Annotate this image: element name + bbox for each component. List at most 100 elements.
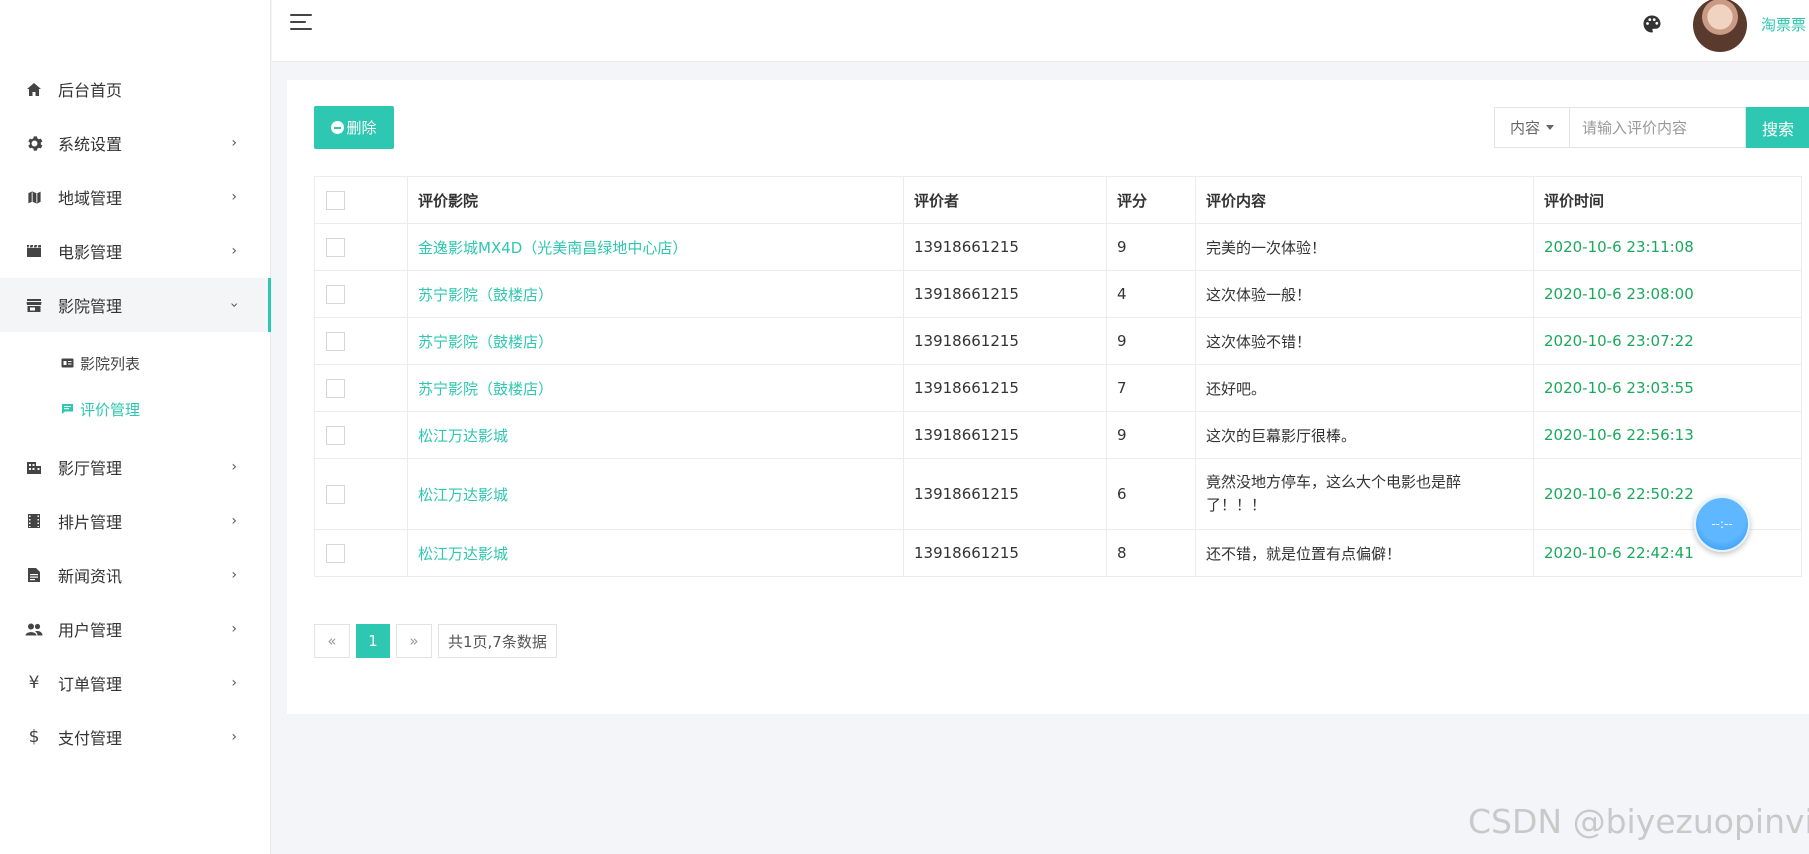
delete-button[interactable]: 删除 <box>314 106 394 149</box>
table-row: 苏宁影院（鼓楼店） 13918661215 9 这次体验不错！ 2020-10-… <box>314 317 1802 365</box>
row-checkbox[interactable] <box>326 331 345 351</box>
search-button[interactable]: 搜索 <box>1746 107 1809 148</box>
cinema-link[interactable]: 苏宁影院（鼓楼店） <box>418 286 553 304</box>
row-checkbox[interactable] <box>326 284 345 304</box>
floating-widget-text: --:-- <box>1711 517 1733 531</box>
sidebar-item-region[interactable]: 地域管理 › <box>0 170 271 224</box>
time-cell: 2020-10-6 22:56:13 <box>1533 411 1802 459</box>
cinema-subnav: 影院列表 评价管理 <box>0 332 271 440</box>
table-row: 苏宁影院（鼓楼店） 13918661215 7 还好吧。 2020-10-6 2… <box>314 364 1802 412</box>
cinema-cell: 金逸影城MX4D（光美南昌绿地中心店） <box>407 223 904 271</box>
delete-button-label: 删除 <box>346 120 377 137</box>
avatar[interactable] <box>1693 0 1747 52</box>
sidebar-item-news[interactable]: 新闻资讯 › <box>0 548 271 602</box>
subnav-item-label: 影院列表 <box>80 354 141 373</box>
table-row: 金逸影城MX4D（光美南昌绿地中心店） 13918661215 9 完美的一次体… <box>314 223 1802 271</box>
score-cell: 9 <box>1106 317 1196 365</box>
chevron-right-icon: › <box>231 675 237 691</box>
row-checkbox[interactable] <box>326 425 345 445</box>
building-icon <box>24 457 44 477</box>
sidebar-item-cinemas[interactable]: 影院管理 › <box>0 278 271 332</box>
score-cell: 6 <box>1106 458 1196 530</box>
row-select-cell <box>314 529 408 577</box>
clapper-icon <box>24 241 44 261</box>
page-button-current[interactable]: 1 <box>356 624 390 658</box>
user-cell: 13918661215 <box>903 529 1107 577</box>
menu-toggle-icon[interactable] <box>290 14 312 34</box>
sidebar-item-schedules[interactable]: 排片管理 › <box>0 494 271 548</box>
chevron-right-icon: › <box>231 459 237 475</box>
palette-icon[interactable] <box>1642 14 1664 36</box>
sidebar-item-system-settings[interactable]: 系统设置 › <box>0 116 271 170</box>
time-cell: 2020-10-6 23:11:08 <box>1533 223 1802 271</box>
row-checkbox[interactable] <box>326 378 345 398</box>
content-cell: 这次体验一般！ <box>1195 270 1534 318</box>
cinema-cell: 苏宁影院（鼓楼店） <box>407 270 904 318</box>
username-link[interactable]: 淘票票 <box>1761 14 1806 35</box>
ticket-icon <box>60 357 74 369</box>
content-cell: 竟然没地方停车，这么大个电影也是醉了！！！ <box>1195 458 1534 530</box>
sidebar-item-label: 系统设置 <box>58 135 123 154</box>
row-select-cell <box>314 364 408 412</box>
column-header-score[interactable]: 评分 <box>1106 176 1196 224</box>
time-cell: 2020-10-6 23:07:22 <box>1533 317 1802 365</box>
sidebar-item-payments[interactable]: $ 支付管理 › <box>0 710 271 764</box>
time-cell: 2020-10-6 22:42:41 <box>1533 529 1802 577</box>
subnav-item-reviews[interactable]: 评价管理 <box>0 386 271 432</box>
search-input[interactable] <box>1570 107 1746 148</box>
cinema-link[interactable]: 松江万达影城 <box>418 427 508 445</box>
cinema-cell: 苏宁影院（鼓楼店） <box>407 317 904 365</box>
sidebar-item-movies[interactable]: 电影管理 › <box>0 224 271 278</box>
column-header-user[interactable]: 评价者 <box>903 176 1107 224</box>
chevron-right-icon: › <box>231 189 237 205</box>
user-cell: 13918661215 <box>903 411 1107 459</box>
next-page-button[interactable]: » <box>396 624 432 658</box>
search-field-select[interactable]: 内容 <box>1494 107 1570 148</box>
top-header: 淘票票 <box>272 0 1809 62</box>
row-select-cell <box>314 317 408 365</box>
search-field-value: 内容 <box>1509 119 1540 137</box>
cinema-link[interactable]: 苏宁影院（鼓楼店） <box>418 333 553 351</box>
row-checkbox[interactable] <box>326 484 345 504</box>
time-cell: 2020-10-6 23:03:55 <box>1533 364 1802 412</box>
row-select-cell <box>314 411 408 459</box>
content-cell: 还好吧。 <box>1195 364 1534 412</box>
sidebar-item-users[interactable]: 用户管理 › <box>0 602 271 656</box>
sidebar-item-orders[interactable]: ¥ 订单管理 › <box>0 656 271 710</box>
sidebar-item-label: 影院管理 <box>58 297 123 316</box>
column-header-time[interactable]: 评价时间 <box>1533 176 1802 224</box>
yen-icon: ¥ <box>28 673 40 693</box>
dollar-icon: $ <box>28 727 40 747</box>
cinema-cell: 苏宁影院（鼓楼店） <box>407 364 904 412</box>
time-cell: 2020-10-6 23:08:00 <box>1533 270 1802 318</box>
cinema-link[interactable]: 苏宁影院（鼓楼店） <box>418 380 553 398</box>
time-cell: 2020-10-6 22:50:22 <box>1533 458 1802 530</box>
cinema-link[interactable]: 松江万达影城 <box>418 545 508 563</box>
subnav-item-cinema-list[interactable]: 影院列表 <box>0 340 271 386</box>
sidebar-item-halls[interactable]: 影厅管理 › <box>0 440 271 494</box>
floating-clock-widget[interactable]: --:-- <box>1694 496 1750 552</box>
film-icon <box>24 511 44 531</box>
row-select-cell <box>314 458 408 530</box>
content-cell: 这次的巨幕影厅很棒。 <box>1195 411 1534 459</box>
column-header-content[interactable]: 评价内容 <box>1195 176 1534 224</box>
row-checkbox[interactable] <box>326 237 345 257</box>
sidebar-item-label: 电影管理 <box>58 243 123 262</box>
score-cell: 9 <box>1106 223 1196 271</box>
pagination-info: 共1页,7条数据 <box>438 624 557 658</box>
content-cell: 这次体验不错！ <box>1195 317 1534 365</box>
cinema-link[interactable]: 金逸影城MX4D（光美南昌绿地中心店） <box>418 239 687 257</box>
score-cell: 7 <box>1106 364 1196 412</box>
cinema-link[interactable]: 松江万达影城 <box>418 486 508 504</box>
sidebar-item-home[interactable]: 后台首页 <box>0 62 271 116</box>
select-all-checkbox[interactable] <box>326 190 345 210</box>
prev-page-button[interactable]: « <box>314 624 350 658</box>
row-checkbox[interactable] <box>326 543 345 563</box>
column-header-cinema[interactable]: 评价影院 <box>407 176 904 224</box>
select-all-cell <box>314 176 408 224</box>
user-cell: 13918661215 <box>903 458 1107 530</box>
table-row: 苏宁影院（鼓楼店） 13918661215 4 这次体验一般！ 2020-10-… <box>314 270 1802 318</box>
cinema-cell: 松江万达影城 <box>407 411 904 459</box>
users-icon <box>24 619 44 639</box>
sidebar-item-label: 地域管理 <box>58 189 123 208</box>
